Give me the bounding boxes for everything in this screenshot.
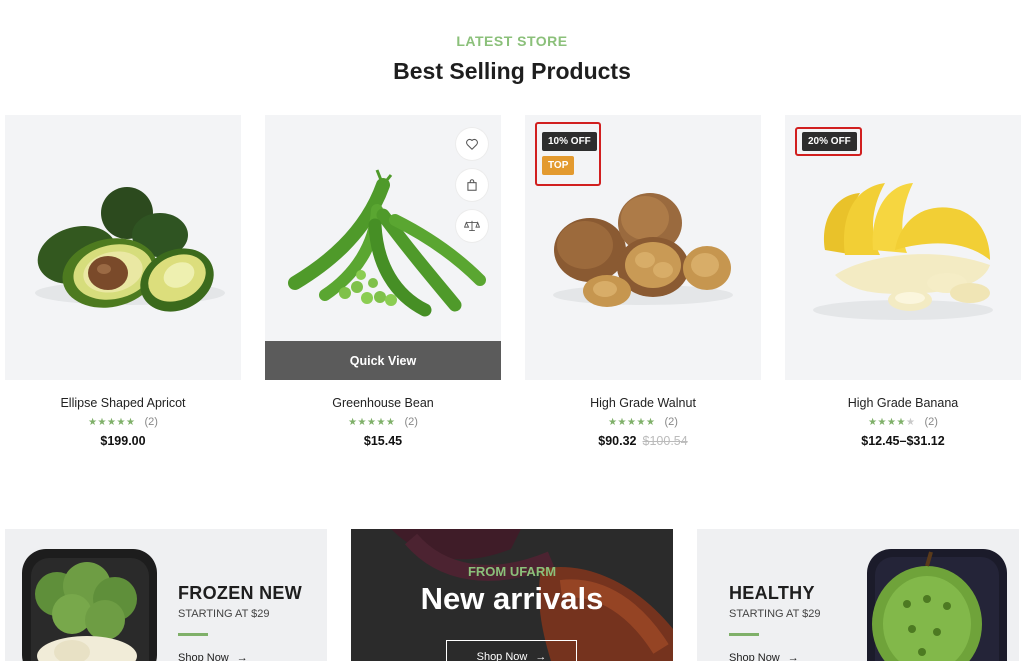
banner-accent-bar xyxy=(178,633,208,636)
banner-title: New arrivals xyxy=(420,581,604,616)
stars-on: ★★★★ xyxy=(868,417,906,428)
promo-banner-frozen[interactable]: FROZEN NEW STARTING AT $29 Shop Now → xyxy=(5,529,327,661)
promo-banner-healthy[interactable]: HEALTHY STARTING AT $29 Shop Now → xyxy=(697,529,1019,661)
product-rating: ★★★★★ (2) xyxy=(525,416,761,428)
soursop-image xyxy=(867,549,1007,661)
avocado-image xyxy=(35,187,225,312)
broccoli-image xyxy=(22,549,157,661)
old-price: $100.54 xyxy=(642,434,688,448)
banner-accent-bar xyxy=(729,633,759,636)
review-count: (2) xyxy=(144,416,158,428)
current-price: $90.32 xyxy=(598,434,637,448)
product-name[interactable]: High Grade Banana xyxy=(785,396,1021,410)
section-eyebrow: LATEST STORE xyxy=(456,33,568,49)
shop-now-label: Shop Now xyxy=(476,651,528,661)
banner-subtitle: STARTING AT $29 xyxy=(729,608,821,620)
promo-banner-new-arrivals[interactable]: FROM UFARM New arrivals Shop Now → xyxy=(351,529,673,661)
stars-off: ★ xyxy=(905,417,916,428)
arrow-right-icon: → xyxy=(535,651,547,661)
review-count: (2) xyxy=(664,416,678,428)
arrow-right-icon: → xyxy=(236,652,248,661)
arrow-right-icon: → xyxy=(787,652,799,661)
shop-now-label: Shop Now xyxy=(178,652,229,661)
star-icons: ★★★★★ xyxy=(608,417,656,428)
product-price: $90.32 $100.54 xyxy=(525,434,761,448)
discount-badge: 10% OFF xyxy=(542,132,597,151)
quick-view-button[interactable]: Quick View xyxy=(265,341,501,380)
add-to-cart-button[interactable] xyxy=(456,169,488,201)
product-image[interactable]: 10% OFF TOP xyxy=(525,115,761,380)
product-name[interactable]: High Grade Walnut xyxy=(525,396,761,410)
discount-badge: 20% OFF xyxy=(802,132,857,151)
current-price: $199.00 xyxy=(100,434,146,448)
current-price: $12.45–$31.12 xyxy=(861,434,945,448)
banner-title: FROZEN NEW xyxy=(178,583,302,603)
product-name[interactable]: Greenhouse Bean xyxy=(265,396,501,410)
shop-now-label: Shop Now xyxy=(729,652,780,661)
product-rating: ★★★★★ (2) xyxy=(265,416,501,428)
product-rating: ★★★★★ (2) xyxy=(5,416,241,428)
product-price: $15.45 xyxy=(265,434,501,448)
banner-eyebrow: FROM UFARM xyxy=(467,564,557,579)
quick-actions xyxy=(456,128,488,242)
product-price: $12.45–$31.12 xyxy=(785,434,1021,448)
product-name[interactable]: Ellipse Shaped Apricot xyxy=(5,396,241,410)
product-rating: ★★★★★ (2) xyxy=(785,416,1021,428)
compare-button[interactable] xyxy=(456,210,488,242)
heart-icon xyxy=(466,138,478,150)
product-card[interactable]: Quick View Greenhouse Bean ★★★★★ (2) $15… xyxy=(265,115,501,448)
top-badge: TOP xyxy=(542,156,575,175)
shop-now-link[interactable]: Shop Now → xyxy=(729,652,799,661)
product-image[interactable] xyxy=(5,115,241,380)
current-price: $15.45 xyxy=(363,434,403,448)
wishlist-button[interactable] xyxy=(456,128,488,160)
product-card[interactable]: 20% OFF High Grade Banana ★★★★★ (2) $12.… xyxy=(785,115,1021,448)
star-icons: ★★★★★ xyxy=(348,417,396,428)
section-title: Best Selling Products xyxy=(393,58,631,84)
compare-icon xyxy=(464,220,480,232)
shop-now-button[interactable]: Shop Now → xyxy=(446,640,577,661)
bag-icon xyxy=(467,179,477,191)
product-card[interactable]: 10% OFF TOP High Grade Walnut ★★★★★ (2) … xyxy=(525,115,761,448)
review-count: (2) xyxy=(924,416,938,428)
star-icons: ★★★★★ xyxy=(88,417,136,428)
shop-now-link[interactable]: Shop Now → xyxy=(178,652,248,661)
product-price: $199.00 xyxy=(5,434,241,448)
banner-subtitle: STARTING AT $29 xyxy=(178,608,270,620)
product-image[interactable]: 20% OFF xyxy=(785,115,1021,380)
star-icons: ★★★★★ xyxy=(868,417,915,428)
product-image[interactable]: Quick View xyxy=(265,115,501,380)
banner-title: HEALTHY xyxy=(729,583,815,603)
product-card[interactable]: Ellipse Shaped Apricot ★★★★★ (2) $199.00 xyxy=(5,115,241,448)
review-count: (2) xyxy=(404,416,418,428)
